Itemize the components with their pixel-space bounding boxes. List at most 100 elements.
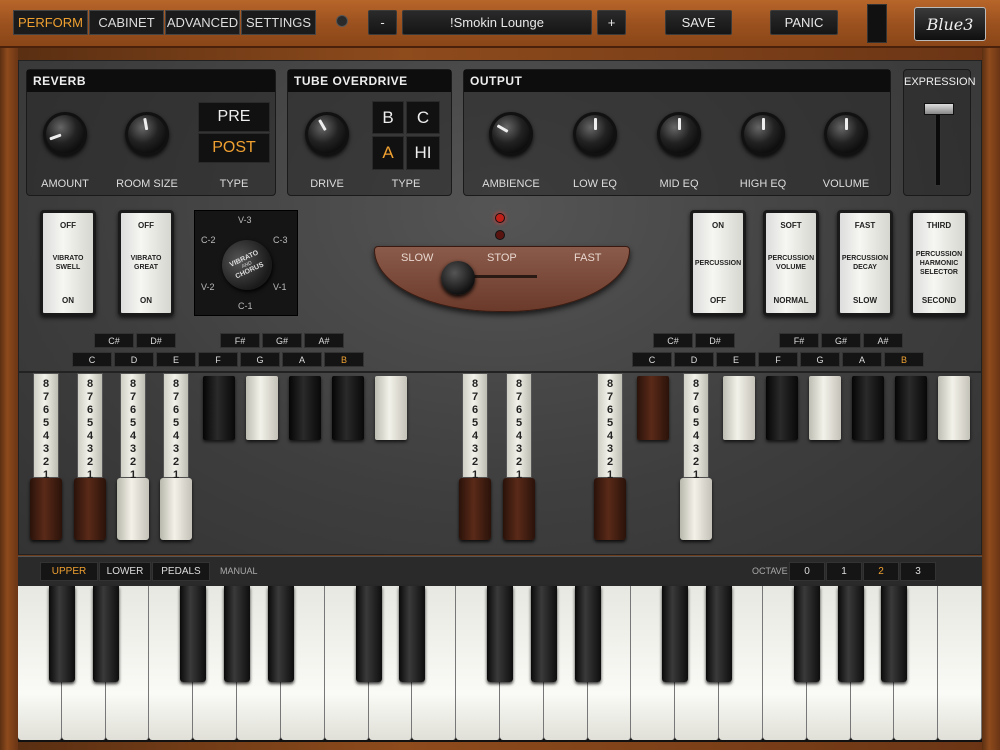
lower-key-e[interactable]: E	[716, 352, 756, 367]
black-key[interactable]	[662, 586, 689, 682]
high-eq-knob[interactable]	[741, 112, 785, 156]
black-key[interactable]	[267, 586, 294, 682]
upper-key-csharp[interactable]: C#	[94, 333, 134, 348]
tab-advanced[interactable]: ADVANCED	[165, 10, 240, 35]
percussion-switch[interactable]: ON PERCUSSION OFF	[690, 210, 746, 316]
upper-preset-csharp[interactable]	[203, 376, 235, 440]
upper-key-f[interactable]: F	[198, 352, 238, 367]
drawbar-handle[interactable]	[680, 478, 712, 540]
black-key[interactable]	[837, 586, 864, 682]
tab-settings[interactable]: SETTINGS	[241, 10, 316, 35]
lower-key-b[interactable]: B	[884, 352, 924, 367]
manual-lower-tab[interactable]: LOWER	[99, 562, 151, 581]
white-key[interactable]	[938, 586, 982, 740]
drawbar-handle[interactable]	[160, 478, 192, 540]
black-key[interactable]	[706, 586, 733, 682]
black-key[interactable]	[224, 586, 251, 682]
upper-key-d[interactable]: D	[114, 352, 154, 367]
lower-key-a[interactable]: A	[842, 352, 882, 367]
reverb-room-size-knob[interactable]	[125, 112, 169, 156]
black-key[interactable]	[487, 586, 513, 682]
percussion-decay-switch[interactable]: FAST PERCUSSION DECAY SLOW	[837, 210, 893, 316]
octave-0-button[interactable]: 0	[789, 562, 825, 581]
lower-key-d[interactable]: D	[674, 352, 714, 367]
lower-key-gsharp[interactable]: G#	[821, 333, 861, 348]
tab-cabinet[interactable]: CABINET	[89, 10, 164, 35]
lower-preset-1[interactable]	[637, 376, 669, 440]
lower-key-f[interactable]: F	[758, 352, 798, 367]
overdrive-type-hi-button[interactable]: HI	[406, 136, 440, 170]
black-key[interactable]	[48, 586, 75, 682]
drawbar-handle[interactable]	[503, 478, 535, 540]
harmonic-selector-switch[interactable]: THIRD PERCUSSION HARMONIC SELECTOR SECON…	[910, 210, 968, 316]
upper-preset-d[interactable]	[246, 376, 278, 440]
upper-preset-e[interactable]	[332, 376, 364, 440]
upper-preset-f[interactable]	[375, 376, 407, 440]
manual-pedals-tab[interactable]: PEDALS	[152, 562, 210, 581]
octave-1-button[interactable]: 1	[826, 562, 862, 581]
overdrive-type-c-button[interactable]: C	[406, 101, 440, 134]
panic-button[interactable]: PANIC	[770, 10, 838, 35]
low-eq-knob[interactable]	[573, 112, 617, 156]
preset-name-display[interactable]: !Smokin Lounge	[402, 10, 592, 35]
upper-key-gsharp[interactable]: G#	[262, 333, 302, 348]
black-key[interactable]	[92, 586, 119, 682]
upper-key-dsharp[interactable]: D#	[136, 333, 176, 348]
lower-preset-7[interactable]	[938, 376, 970, 440]
lower-preset-2[interactable]	[723, 376, 755, 440]
volume-knob[interactable]	[824, 112, 868, 156]
preset-next-button[interactable]: +	[597, 10, 626, 35]
black-key[interactable]	[180, 586, 207, 682]
black-key[interactable]	[530, 586, 557, 682]
octave-2-button[interactable]: 2	[863, 562, 899, 581]
preset-prev-button[interactable]: -	[368, 10, 397, 35]
lower-key-g[interactable]: G	[800, 352, 840, 367]
black-key[interactable]	[574, 586, 601, 682]
vibrato-chorus-knob[interactable]: VIBRATO AND CHORUS	[213, 231, 281, 299]
reverb-type-pre-button[interactable]: PRE	[198, 102, 270, 132]
lower-preset-3[interactable]	[766, 376, 798, 440]
drawbar-handle[interactable]	[594, 478, 626, 540]
drawbar-handle[interactable]	[74, 478, 106, 540]
drawbar-handle[interactable]	[30, 478, 62, 540]
black-key[interactable]	[793, 586, 820, 682]
black-key[interactable]	[399, 586, 426, 682]
vibrato-swell-switch[interactable]: OFF VIBRATO SWELL ON	[40, 210, 96, 316]
upper-preset-dsharp[interactable]	[289, 376, 321, 440]
leslie-lever[interactable]	[441, 261, 475, 295]
octave-3-button[interactable]: 3	[900, 562, 936, 581]
ambience-knob[interactable]	[489, 112, 533, 156]
upper-key-e[interactable]: E	[156, 352, 196, 367]
lower-key-dsharp[interactable]: D#	[695, 333, 735, 348]
lower-key-c[interactable]: C	[632, 352, 672, 367]
upper-key-c[interactable]: C	[72, 352, 112, 367]
overdrive-type-a-button[interactable]: A	[372, 136, 404, 170]
vibrato-chorus-selector[interactable]: V-3 C-2 C-3 V-2 V-1 C-1 VIBRATO AND CHOR…	[194, 210, 298, 316]
lower-preset-4[interactable]	[809, 376, 841, 440]
lower-key-fsharp[interactable]: F#	[779, 333, 819, 348]
save-button[interactable]: SAVE	[665, 10, 732, 35]
expression-slider[interactable]	[924, 103, 954, 115]
percussion-volume-switch[interactable]: SOFT PERCUSSION VOLUME NORMAL	[763, 210, 819, 316]
lower-key-asharp[interactable]: A#	[863, 333, 903, 348]
black-key[interactable]	[355, 586, 382, 682]
lower-key-csharp[interactable]: C#	[653, 333, 693, 348]
lower-preset-5[interactable]	[852, 376, 884, 440]
upper-key-fsharp[interactable]: F#	[220, 333, 260, 348]
upper-key-b[interactable]: B	[324, 352, 364, 367]
vibrato-great-switch[interactable]: OFF VIBRATO GREAT ON	[118, 210, 174, 316]
lower-preset-6[interactable]	[895, 376, 927, 440]
reverb-amount-knob[interactable]	[43, 112, 87, 156]
upper-key-a[interactable]: A	[282, 352, 322, 367]
drawbar-handle[interactable]	[117, 478, 149, 540]
upper-key-g[interactable]: G	[240, 352, 280, 367]
overdrive-type-b-button[interactable]: B	[372, 101, 404, 134]
manual-upper-tab[interactable]: UPPER	[40, 562, 98, 581]
overdrive-drive-knob[interactable]	[305, 112, 349, 156]
tab-perform[interactable]: PERFORM	[13, 10, 88, 35]
drawbar-handle[interactable]	[459, 478, 491, 540]
upper-key-asharp[interactable]: A#	[304, 333, 344, 348]
black-key[interactable]	[881, 586, 908, 682]
reverb-type-post-button[interactable]: POST	[198, 133, 270, 163]
mid-eq-knob[interactable]	[657, 112, 701, 156]
